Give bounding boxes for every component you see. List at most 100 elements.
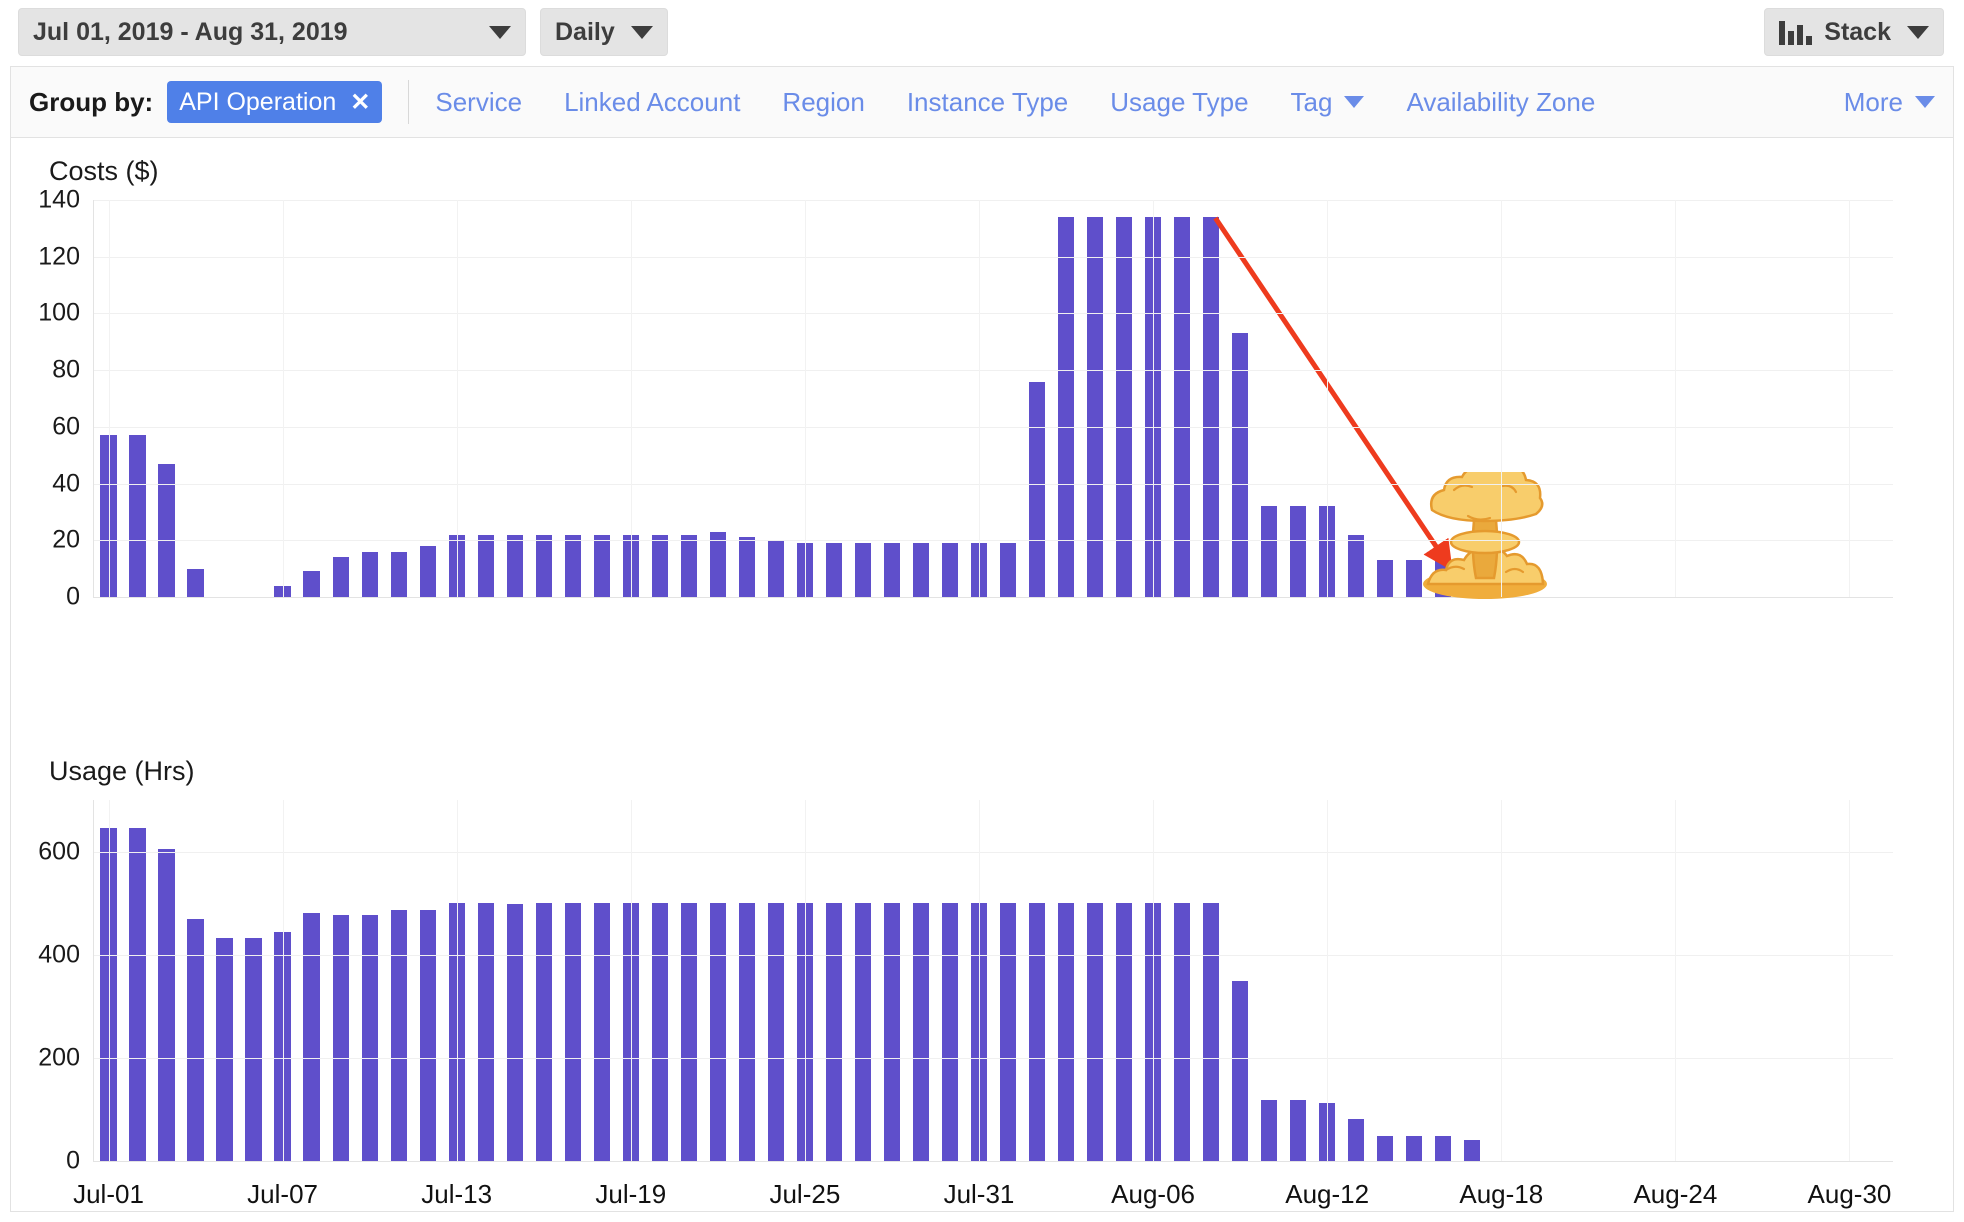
group-by-link-linked-account[interactable]: Linked Account	[564, 87, 740, 118]
bar[interactable]	[361, 914, 378, 1161]
bar[interactable]	[1261, 1100, 1278, 1161]
bar[interactable]	[564, 534, 581, 597]
bar[interactable]	[1115, 903, 1133, 1161]
bar[interactable]	[1261, 506, 1278, 597]
bar[interactable]	[999, 903, 1017, 1161]
bar[interactable]	[1435, 1136, 1452, 1161]
bar[interactable]	[216, 938, 233, 1161]
bar[interactable]	[361, 551, 378, 597]
bar[interactable]	[477, 903, 494, 1161]
group-by-link-availability-zone[interactable]: Availability Zone	[1406, 87, 1595, 118]
group-by-chip-api-operation[interactable]: API Operation ✕	[167, 81, 383, 123]
bar[interactable]	[419, 910, 436, 1161]
bar[interactable]	[1057, 903, 1075, 1161]
bar[interactable]	[651, 903, 668, 1161]
vertical-gridline	[1849, 800, 1851, 1161]
date-range-label: Jul 01, 2019 - Aug 31, 2019	[33, 17, 348, 46]
bar[interactable]	[825, 543, 843, 597]
bar[interactable]	[187, 568, 204, 597]
bar[interactable]	[1290, 1100, 1307, 1161]
group-by-link-label: Linked Account	[564, 86, 741, 117]
gridline	[94, 540, 1893, 542]
group-by-link-instance-type[interactable]: Instance Type	[907, 87, 1068, 118]
bar[interactable]	[593, 903, 610, 1161]
costs-chart-plot[interactable]: 0 20 40 60 80 100 120 140	[38, 186, 1893, 611]
bar[interactable]	[854, 903, 872, 1161]
bar[interactable]	[1232, 333, 1249, 597]
bar[interactable]	[332, 557, 349, 597]
bar[interactable]	[129, 828, 146, 1161]
bar[interactable]	[564, 903, 581, 1161]
bar[interactable]	[999, 543, 1017, 597]
bar[interactable]	[535, 903, 552, 1161]
group-by-more-link[interactable]: More	[1844, 87, 1935, 118]
bar[interactable]	[1464, 1140, 1481, 1161]
close-icon[interactable]: ✕	[350, 88, 370, 117]
x-axis-tick: Jul-07	[247, 1179, 319, 1209]
bar[interactable]	[390, 551, 407, 597]
bar[interactable]	[651, 534, 668, 597]
bar[interactable]	[303, 913, 320, 1161]
y-axis-tick: 120	[38, 242, 80, 271]
bar[interactable]	[535, 534, 552, 597]
bar[interactable]	[506, 534, 523, 597]
granularity-selector[interactable]: Daily	[540, 8, 668, 56]
costs-bars	[94, 200, 1893, 597]
bar[interactable]	[709, 903, 726, 1161]
bar[interactable]	[709, 531, 726, 597]
bar[interactable]	[1086, 903, 1104, 1161]
bar[interactable]	[1173, 903, 1191, 1161]
bar[interactable]	[767, 903, 784, 1161]
bar[interactable]	[1232, 980, 1249, 1161]
bar[interactable]	[941, 543, 959, 597]
bar[interactable]	[912, 903, 930, 1161]
chevron-down-icon	[1915, 96, 1935, 108]
group-by-link-usage-type[interactable]: Usage Type	[1110, 87, 1248, 118]
bar[interactable]	[477, 534, 494, 597]
bar[interactable]	[419, 545, 436, 597]
bar[interactable]	[1348, 1118, 1365, 1161]
bar[interactable]	[129, 435, 146, 597]
bar[interactable]	[883, 543, 901, 597]
bar[interactable]	[941, 903, 959, 1161]
bar[interactable]	[854, 543, 872, 597]
gridline	[94, 483, 1893, 485]
y-axis-tick: 600	[38, 837, 80, 866]
bar[interactable]	[883, 903, 901, 1161]
bar[interactable]	[680, 534, 697, 597]
bar[interactable]	[158, 849, 175, 1161]
x-axis-tick: Aug-30	[1807, 1179, 1892, 1209]
group-by-link-tag[interactable]: Tag	[1291, 87, 1365, 118]
x-axis-tick: Aug-12	[1285, 1179, 1370, 1209]
bar[interactable]	[680, 903, 697, 1161]
bar[interactable]	[825, 903, 843, 1161]
bar[interactable]	[1377, 1136, 1394, 1161]
bar[interactable]	[1028, 381, 1046, 597]
group-by-link-service[interactable]: Service	[435, 87, 522, 118]
gridline	[94, 426, 1893, 428]
bar[interactable]	[332, 914, 349, 1161]
date-range-selector[interactable]: Jul 01, 2019 - Aug 31, 2019	[18, 8, 526, 56]
bar[interactable]	[738, 903, 755, 1161]
bar[interactable]	[1348, 534, 1365, 597]
bar[interactable]	[506, 904, 523, 1161]
x-axis-tick: Jul-19	[595, 1179, 667, 1209]
bar[interactable]	[1406, 1136, 1423, 1161]
bar[interactable]	[245, 938, 262, 1161]
bar[interactable]	[593, 534, 610, 597]
bar[interactable]	[738, 537, 755, 597]
bar[interactable]	[767, 540, 784, 597]
bar[interactable]	[303, 571, 320, 597]
group-by-link-region[interactable]: Region	[782, 87, 864, 118]
bar[interactable]	[1290, 506, 1307, 597]
y-axis-tick: 0	[66, 582, 80, 611]
usage-chart-plot[interactable]: 0 200 400 600 Jul-01 Jul-07 Jul-13 Jul-19 Jul-25…	[38, 800, 1893, 1209]
vertical-gridline	[282, 800, 284, 1161]
bar[interactable]	[1377, 560, 1394, 597]
usage-chart-title: Usage (Hrs)	[49, 756, 195, 786]
bar[interactable]	[1028, 903, 1046, 1161]
bar[interactable]	[1202, 903, 1220, 1161]
bar[interactable]	[912, 543, 930, 597]
stack-button[interactable]: Stack	[1764, 8, 1944, 56]
bar[interactable]	[390, 910, 407, 1161]
